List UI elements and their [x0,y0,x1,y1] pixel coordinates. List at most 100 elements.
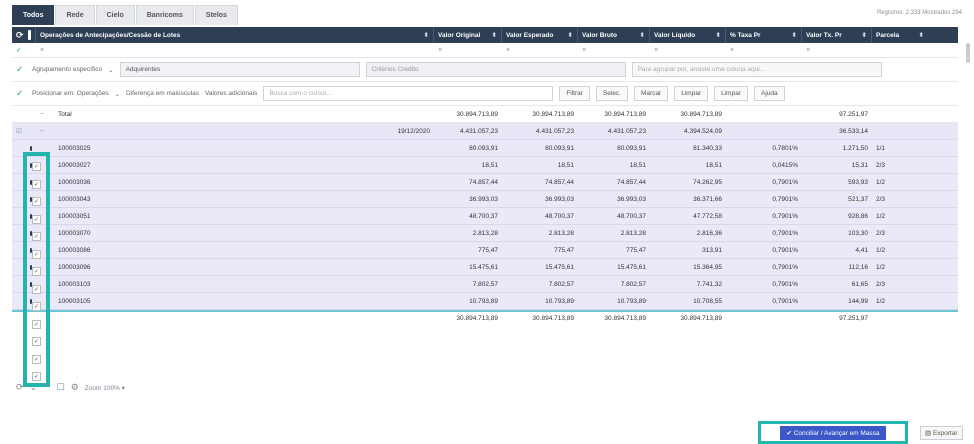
conciliar-massa-button[interactable]: ✔ Conciliar / Avançar em Massa [780,425,886,440]
help-button[interactable]: Ajuda [753,86,785,101]
row-checkbox[interactable]: ✓ [32,372,41,381]
select-button[interactable]: Selec. [595,86,628,101]
grid-body: − Total 30.894.713,89 30.894.713,89 30.894.7… [12,106,958,310]
cell-valor-liquido: 47.772,58 [693,212,722,220]
row-checkbox[interactable]: ✓ [32,249,41,259]
row-checkbox[interactable]: ✓ [32,302,41,311]
sort-icon[interactable]: ⬍ [792,31,797,39]
col-valor-liquido[interactable]: Valor Líquido ⬍ [650,27,726,43]
header-select-all[interactable]: ⟳ [12,27,36,43]
group-mode-label[interactable]: Agrupamento específico [32,66,102,73]
filter-clear-orig[interactable]: × [434,43,502,57]
cell-valor-liquido: 74.262,95 [693,178,722,186]
table-row[interactable]: 100003036 74.857,44 74.857,44 74.857,44 74.2… [12,174,958,191]
sort-icon[interactable]: ⬍ [919,31,924,39]
row-checkbox[interactable]: ✓ [32,232,41,241]
row-checkbox[interactable]: ✓ [32,214,41,224]
filter-clear-main[interactable]: × [36,43,434,57]
cell-parcela: 2/3 [876,161,886,169]
gear-icon[interactable]: ⚙ [71,382,79,393]
filter-row: ✓ × × × × × × × [12,43,958,58]
zoom-select[interactable]: Zoom 100% ▾ [85,384,125,392]
col-valor-tx[interactable]: Valor Tx. Pr ⬍ [802,27,872,43]
sort-icon[interactable]: ⬍ [568,31,573,39]
cell-valor-liquido: 2.816,36 [696,229,722,237]
chevron-down-icon[interactable]: ⌄ [115,90,120,98]
table-row[interactable]: 100003103 7.802,57 7.802,57 7.802,57 7.741,3… [12,276,958,293]
cell-valor-tx: 15,31 [851,161,868,169]
table-row[interactable]: 100003070 2.813,28 2.813,28 2.813,28 2.816,3… [12,225,958,242]
row-expander[interactable]: − [36,106,54,122]
refresh-icon[interactable]: ⟳ [16,382,24,393]
filter-clear-pr[interactable]: × [802,43,872,57]
row-checkbox[interactable]: ✓ [32,319,41,329]
row-checkbox[interactable]: ✓ [32,179,41,189]
records-count: Registros: 2.333 Mostrados 294 [876,10,962,16]
total-row[interactable]: − Total 30.894.713,89 30.894.713,89 30.894.7… [12,106,958,123]
search-input[interactable]: Busca com o cursor... [263,86,554,101]
table-row[interactable]: 100003096 15.475,61 15.475,61 15.475,61 15.3… [12,259,958,276]
col-parcela[interactable]: Parcela ⬍ [872,27,928,43]
clear-all-button[interactable]: Limpar [714,86,748,101]
col-valor-original[interactable]: Valor Original ⬍ [434,27,502,43]
case-select[interactable]: Diferença em maiúsculas [126,90,199,97]
group-row[interactable]: ☑ − 19/12/2020 4.431.057,23 4.431.057,23 4.43… [12,123,958,140]
table-row[interactable]: 100003043 36.993,03 36.993,03 36.993,03 36.3… [12,191,958,208]
select-all-checkbox[interactable] [27,30,31,40]
mark-button[interactable]: Marcar [634,86,669,101]
table-row[interactable]: 100003025 80.093,91 80.093,91 80.093,91 81.3… [12,140,958,157]
row-label: 100003105 [58,297,91,305]
row-date [174,191,434,207]
filter-clear-exp[interactable]: × [502,43,578,57]
filter-clear-taxa[interactable]: × [726,43,802,57]
filter-button[interactable]: Filtrar [559,86,590,101]
position-select[interactable]: Posicionar em: Operações [32,90,109,97]
row-checkbox[interactable]: ✓ [32,284,41,294]
filter-clear-liq[interactable]: × [650,43,726,57]
col-valor-bruto[interactable]: Valor Bruto ⬍ [578,27,650,43]
tab-stelos[interactable]: Stelos [194,5,238,25]
tab-banricoms[interactable]: Banricoms [135,5,194,25]
row-checkbox[interactable]: ✓ [32,337,41,346]
sort-icon[interactable]: ⬍ [424,31,429,39]
col-valor-esperado[interactable]: Valor Esperado ⬍ [502,27,578,43]
export-button[interactable]: ▤ Exportar [920,426,963,440]
filter-clear-bruto[interactable]: × [578,43,650,57]
chevron-up-icon[interactable]: ⌃ [43,382,51,393]
tab-rede[interactable]: Rede [55,5,95,25]
group-drop-zone[interactable]: Para agrupar por, arraste uma coluna aqu… [631,62,882,77]
cell-valor-esperado: 15.475,61 [545,263,574,271]
chevron-down-icon[interactable]: ⌄ [108,66,113,74]
table-row[interactable]: 100003086 775,47 775,47 775,47 313,91 0,7901%… [12,242,958,259]
sort-icon[interactable]: ⬍ [492,31,497,39]
row-checkbox[interactable]: ✓ [32,354,41,364]
row-select-cell[interactable]: ☑ [12,123,36,139]
group-select[interactable]: Adquirentes [119,62,360,77]
sort-icon[interactable]: ⬍ [640,31,645,39]
row-checkbox[interactable]: ✓ [32,267,41,276]
criteria-select[interactable]: Critérios Credito [365,62,626,77]
square-icon[interactable]: ☐ [57,382,65,393]
table-row[interactable]: 100003027 18,51 18,51 18,51 18,51 0,0415% 15,3… [12,157,958,174]
refresh-icon[interactable]: ⟳ [16,30,24,41]
row-checkbox[interactable]: ✓ [32,197,41,206]
check-icon[interactable]: ✓ [16,88,26,99]
chevron-down-icon[interactable]: ⌄ [30,382,38,393]
row-label: 100003025 [58,144,91,152]
check-icon[interactable]: ✓ [16,64,26,75]
table-row[interactable]: 100003051 48.700,37 48.700,37 48.700,37 47.7… [12,208,958,225]
col-operacoes[interactable]: Operações de Antecipações/Cessão de Lote… [36,27,434,43]
row-checkbox[interactable]: ✓ [32,162,41,171]
tab-cielo[interactable]: Cielo [95,5,135,25]
row-select-cell[interactable] [12,106,36,122]
tab-todos[interactable]: Todos [12,5,55,25]
footer-total-orig: 30.894.713,89 [456,314,498,322]
col-taxa[interactable]: % Taxa Pr ⬍ [726,27,802,43]
sort-icon[interactable]: ⬍ [716,31,721,39]
sort-icon[interactable]: ⬍ [862,31,867,39]
table-row[interactable]: 100003105 10.793,89 10.793,89 10.793,89 10.7… [12,293,958,310]
vertical-scrollbar[interactable] [966,43,970,63]
row-expander[interactable]: − [36,123,54,139]
clear-button[interactable]: Limpar [674,86,709,101]
cell-valor-liquido: 30.894.713,89 [680,110,722,118]
